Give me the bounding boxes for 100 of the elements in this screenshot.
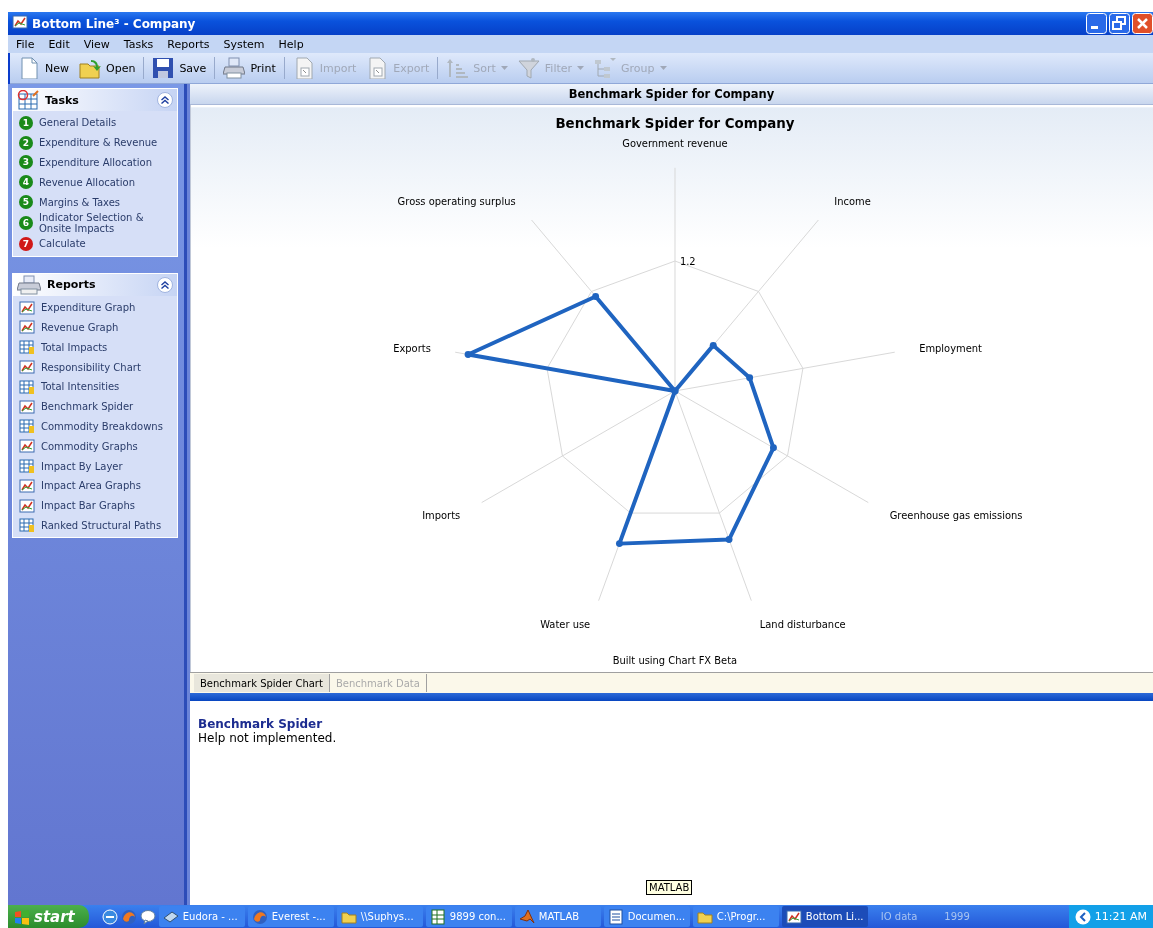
- help-title: Benchmark Spider: [198, 717, 324, 731]
- task-link[interactable]: Calculate: [39, 238, 86, 250]
- chart-icon: [12, 14, 28, 30]
- axis-label: Water use: [540, 618, 591, 630]
- step-badge: 4: [19, 175, 33, 190]
- chevron-icon: [1074, 908, 1091, 925]
- taskbar-button[interactable]: 9899 con...: [425, 906, 512, 927]
- taskbar-button[interactable]: \\Suphys...: [336, 906, 423, 927]
- tooltip: MATLAB: [646, 880, 693, 895]
- spreadsheet-icon: [429, 908, 446, 925]
- step-badge: 3: [19, 155, 33, 170]
- menu-item[interactable]: File: [10, 37, 43, 51]
- window-title: Bottom Line³ - Company: [32, 16, 197, 31]
- chart-icon: [19, 299, 35, 316]
- taskbar-button[interactable]: Bottom Li...: [781, 906, 868, 927]
- flag-icon: [14, 908, 30, 925]
- task-link[interactable]: Benchmark Spider: [41, 401, 134, 413]
- chat-icon: [139, 908, 156, 925]
- collapse-button[interactable]: [157, 92, 173, 108]
- axis-label: Exports: [393, 342, 431, 354]
- caret-icon: [500, 66, 508, 70]
- folder-icon: [79, 57, 101, 79]
- axis-tick-label: 1.2: [679, 256, 696, 268]
- axis-label: Income: [834, 196, 871, 208]
- task-link[interactable]: Impact By Layer: [41, 460, 123, 472]
- caret-icon: [577, 66, 585, 70]
- panel-title: Benchmark Spider for Company: [568, 87, 775, 101]
- task-link[interactable]: Total Impacts: [41, 341, 108, 353]
- toolbar-button[interactable]: New: [14, 55, 73, 81]
- task-link[interactable]: Expenditure & Revenue: [39, 137, 158, 149]
- toolbar-button[interactable]: Save: [148, 55, 211, 81]
- task-link[interactable]: Impact Bar Graphs: [41, 500, 135, 512]
- collapse-button[interactable]: [157, 276, 173, 293]
- task-link[interactable]: Responsibility Chart: [41, 361, 141, 373]
- task-link[interactable]: Indicator Selection & Onsite Impacts: [39, 212, 173, 234]
- task-link[interactable]: General Details: [39, 117, 117, 129]
- task-link[interactable]: Total Intensities: [41, 381, 120, 393]
- menu-item[interactable]: View: [77, 37, 118, 51]
- step-badge: 1: [19, 115, 33, 130]
- funnel-icon: [517, 57, 540, 79]
- toolbar-button[interactable]: Open: [75, 55, 140, 81]
- floppy-icon: [152, 57, 175, 79]
- table-icon: [19, 517, 35, 534]
- task-link[interactable]: Revenue Allocation: [39, 176, 136, 188]
- step-badge: 2: [19, 135, 33, 150]
- axis-label: Gross operating surplus: [397, 196, 516, 208]
- double-chevron-icon: [161, 280, 169, 289]
- chart-title: Benchmark Spider for Company: [555, 116, 795, 132]
- caret-icon: [659, 66, 667, 70]
- taskbar-button[interactable]: Everest -...: [247, 906, 334, 927]
- axis-label: Imports: [422, 509, 461, 521]
- browser-icon: [101, 908, 118, 925]
- panel-title: Reports: [47, 278, 97, 292]
- task-link[interactable]: Margins & Taxes: [39, 196, 121, 208]
- taskbar-button[interactable]: Documen...: [603, 906, 690, 927]
- axis-label: Government revenue: [622, 138, 728, 149]
- chart-icon: [19, 359, 35, 376]
- taskbar-button[interactable]: Eudora - ...: [158, 906, 245, 927]
- chart-icon: [19, 438, 35, 455]
- page-icon: [18, 57, 40, 79]
- task-link[interactable]: Revenue Graph: [41, 321, 119, 333]
- tree-icon: [594, 57, 617, 79]
- chart-footer: Built using Chart FX Beta: [612, 654, 738, 666]
- task-link[interactable]: Ranked Structural Paths: [41, 519, 162, 531]
- peak-icon: [518, 908, 535, 925]
- step-badge: 5: [19, 195, 33, 210]
- menu-item[interactable]: Tasks: [117, 37, 162, 51]
- axis-label: Land disturbance: [759, 618, 846, 630]
- menu-item[interactable]: Help: [272, 37, 312, 51]
- task-link[interactable]: Expenditure Allocation: [39, 157, 152, 168]
- task-link[interactable]: Commodity Graphs: [41, 440, 138, 452]
- menu-item[interactable]: System: [217, 37, 273, 51]
- document-icon: [366, 57, 389, 79]
- step-badge: 6: [19, 216, 33, 230]
- chart-icon: [19, 477, 35, 494]
- taskbar-button[interactable]: C:\Progr...: [692, 906, 779, 927]
- minimize-icon: [1086, 13, 1107, 34]
- tab[interactable]: Benchmark Spider Chart: [194, 674, 330, 692]
- task-link[interactable]: Expenditure Graph: [41, 302, 136, 314]
- task-link[interactable]: Impact Area Graphs: [41, 480, 141, 492]
- axis-label: Greenhouse gas emissions: [889, 509, 1023, 521]
- printer-icon: [223, 57, 246, 79]
- document-icon: [607, 908, 624, 925]
- chart-icon: [19, 398, 35, 415]
- table-icon: [19, 458, 35, 475]
- menu-item[interactable]: Reports: [161, 37, 218, 51]
- task-link[interactable]: Commodity Breakdowns: [41, 420, 163, 432]
- table-icon: [19, 339, 35, 356]
- double-chevron-icon: [161, 96, 169, 104]
- printer-icon: [17, 274, 41, 295]
- chart-icon: [785, 908, 802, 925]
- axis-label: Employment: [919, 342, 982, 354]
- chart-icon: [19, 319, 35, 336]
- taskbar-button[interactable]: MATLAB: [514, 906, 601, 927]
- panel-title: Tasks: [45, 93, 80, 107]
- help-text: Help not implemented.: [198, 731, 338, 745]
- menu-item[interactable]: Edit: [42, 37, 78, 51]
- sort-icon: [446, 57, 469, 79]
- toolbar-button[interactable]: Print: [219, 55, 280, 81]
- restore-icon: [1109, 13, 1130, 34]
